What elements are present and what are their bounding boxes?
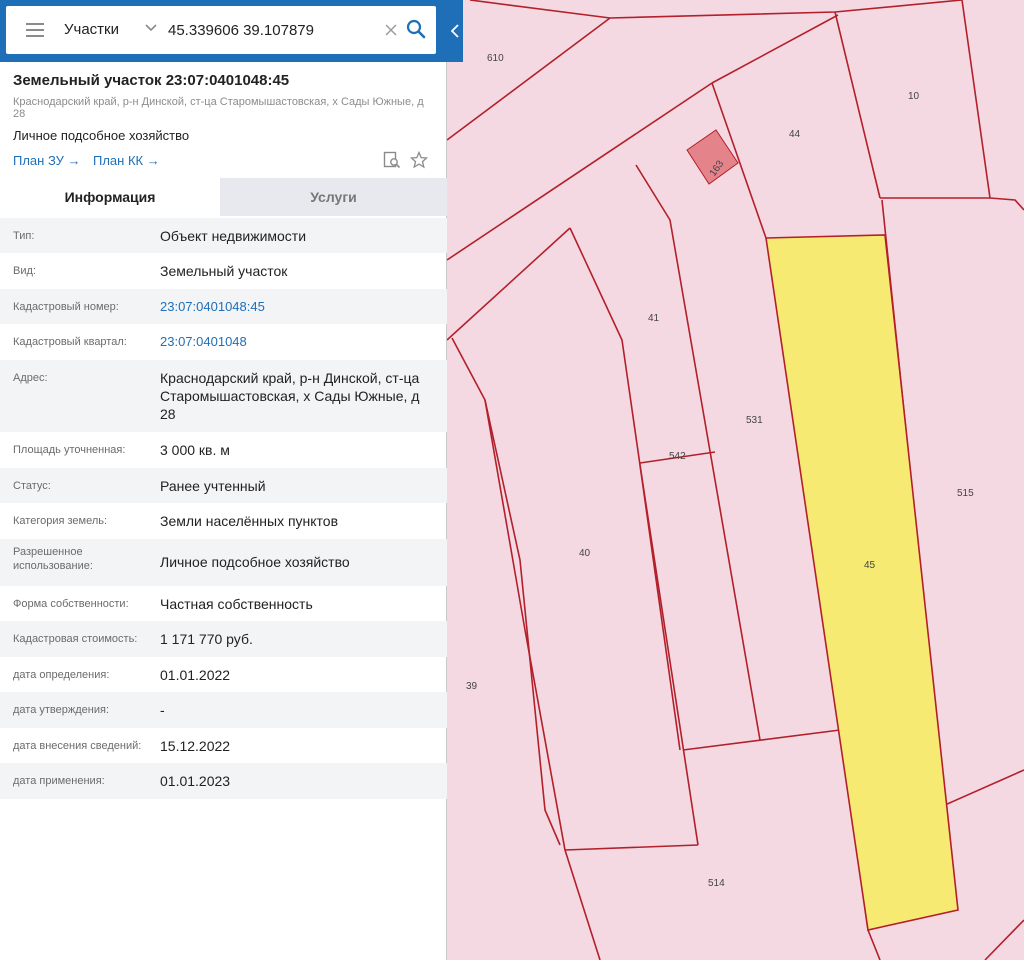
row-label: Кадастровый номер: — [13, 301, 119, 313]
row-value: 3 000 кв. м — [160, 442, 230, 458]
row-value: 15.12.2022 — [160, 738, 231, 754]
parcel-boundary — [989, 197, 1024, 211]
close-icon[interactable] — [384, 23, 398, 37]
table-row: Категория земель: Земли населённых пункт… — [0, 503, 447, 539]
row-label: Адрес: — [13, 372, 48, 384]
table-row: дата утверждения: - — [0, 692, 447, 728]
parcel-boundary — [469, 0, 963, 19]
parcel-boundary — [569, 227, 681, 751]
table-row: Вид: Земельный участок — [0, 253, 447, 289]
row-value: Краснодарский край, р-н Динской, ст-ца С… — [160, 370, 420, 422]
row-value: Земельный участок — [160, 263, 288, 279]
table-row: Кадастровый номер: 23:07:0401048:45 — [0, 289, 447, 324]
row-label: дата внесения сведений: — [13, 740, 142, 752]
chevron-left-icon — [451, 24, 459, 38]
document-search-icon[interactable] — [383, 151, 401, 169]
row-label: дата утверждения: — [13, 704, 110, 716]
search-icon[interactable] — [406, 19, 426, 39]
plan-kk-link[interactable]: План КК → — [93, 153, 160, 168]
table-row: дата применения: 01.01.2023 — [0, 763, 447, 799]
map-label-542: 542 — [669, 451, 686, 462]
parcel-boundary — [446, 17, 611, 141]
row-label: Категория земель: — [13, 515, 108, 527]
cadastral-quarter-link[interactable]: 23:07:0401048 — [160, 333, 435, 351]
menu-icon[interactable] — [26, 23, 44, 37]
parcel-address: Краснодарский край, р-н Динской, ст-ца С… — [13, 96, 424, 120]
row-value: Ранее учтенный — [160, 478, 266, 494]
search-bar: Участки — [0, 0, 463, 62]
row-value: 01.01.2023 — [160, 773, 231, 789]
table-row: дата определения: 01.01.2022 — [0, 657, 447, 692]
row-value: Личное подсобное хозяйство — [160, 554, 350, 570]
search-type-select[interactable]: Участки — [64, 21, 119, 38]
parcel-boundary — [635, 164, 761, 741]
table-row: Адрес: Краснодарский край, р-н Динской, … — [0, 360, 447, 432]
row-label: Вид: — [13, 265, 36, 277]
row-label: Кадастровый квартал: — [13, 336, 127, 348]
info-table: Тип: Объект недвижимости Вид: Земельный … — [0, 218, 447, 799]
map-label-40: 40 — [579, 548, 591, 559]
parcel-boundary — [682, 729, 841, 751]
parcel-boundary — [961, 0, 991, 199]
parcel-purpose: Личное подсобное хозяйство — [13, 128, 190, 143]
table-row: Кадастровый квартал: 23:07:0401048 — [0, 324, 447, 360]
parcel-title: Земельный участок 23:07:0401048:45 — [13, 72, 290, 89]
row-label: Кадастровая стоимость: — [13, 633, 138, 645]
row-value: Частная собственность — [160, 596, 313, 612]
map-label-39: 39 — [466, 681, 478, 692]
cadastral-number-link[interactable]: 23:07:0401048:45 — [160, 298, 435, 316]
row-label: Тип: — [13, 230, 35, 242]
search-input[interactable] — [168, 16, 368, 44]
map-label-515: 515 — [957, 488, 974, 499]
row-label: дата определения: — [13, 669, 110, 681]
table-row: Статус: Ранее учтенный — [0, 468, 447, 503]
tab-services[interactable]: Услуги — [220, 178, 447, 216]
search-box: Участки — [6, 6, 436, 54]
table-row: Разрешенное использование: Личное подсоб… — [0, 539, 447, 586]
row-value: Объект недвижимости — [160, 228, 307, 244]
row-value: - — [160, 702, 165, 718]
row-label: Статус: — [13, 480, 51, 492]
selected-parcel — [765, 234, 959, 931]
table-row: Площадь уточненная: 3 000 кв. м — [0, 432, 447, 468]
parcel-boundary — [834, 11, 881, 199]
parcel-boundary — [446, 227, 571, 341]
row-value: 1 171 770 руб. — [160, 631, 253, 647]
parcel-boundary — [711, 14, 839, 84]
info-panel: Участки Земельный участок 23:07:0401048:… — [0, 0, 463, 960]
map-label-531: 531 — [746, 415, 763, 426]
tab-information[interactable]: Информация — [0, 178, 220, 216]
parcel-boundary — [564, 844, 699, 851]
row-label: Площадь уточненная: — [13, 444, 126, 456]
map-label-41: 41 — [648, 313, 660, 324]
parcel-boundary — [984, 919, 1024, 960]
row-value: Земли населённых пунктов — [160, 513, 339, 529]
map-label-514: 514 — [708, 878, 725, 889]
parcel-boundary — [639, 464, 699, 846]
table-row: дата внесения сведений: 15.12.2022 — [0, 728, 447, 763]
star-icon[interactable] — [410, 151, 428, 169]
row-label: Разрешенное использование: — [13, 546, 93, 572]
plan-zu-link[interactable]: План ЗУ → — [13, 153, 81, 168]
row-label: Форма собственности: — [13, 598, 129, 610]
map-label-10: 10 — [908, 91, 920, 102]
table-row: Тип: Объект недвижимости — [0, 218, 447, 253]
map-label-44: 44 — [789, 129, 801, 140]
map-label-45: 45 — [864, 560, 876, 571]
chevron-down-icon[interactable] — [145, 24, 157, 32]
collapse-panel-button[interactable] — [447, 0, 463, 62]
row-label: дата применения: — [13, 775, 105, 787]
parcel-boundary — [451, 337, 601, 960]
table-row: Кадастровая стоимость: 1 171 770 руб. — [0, 621, 447, 657]
map-label-610: 610 — [487, 53, 504, 64]
table-row: Форма собственности: Частная собственнос… — [0, 586, 447, 621]
row-value: 01.01.2022 — [160, 667, 231, 683]
tabs: Информация Услуги — [0, 178, 447, 216]
